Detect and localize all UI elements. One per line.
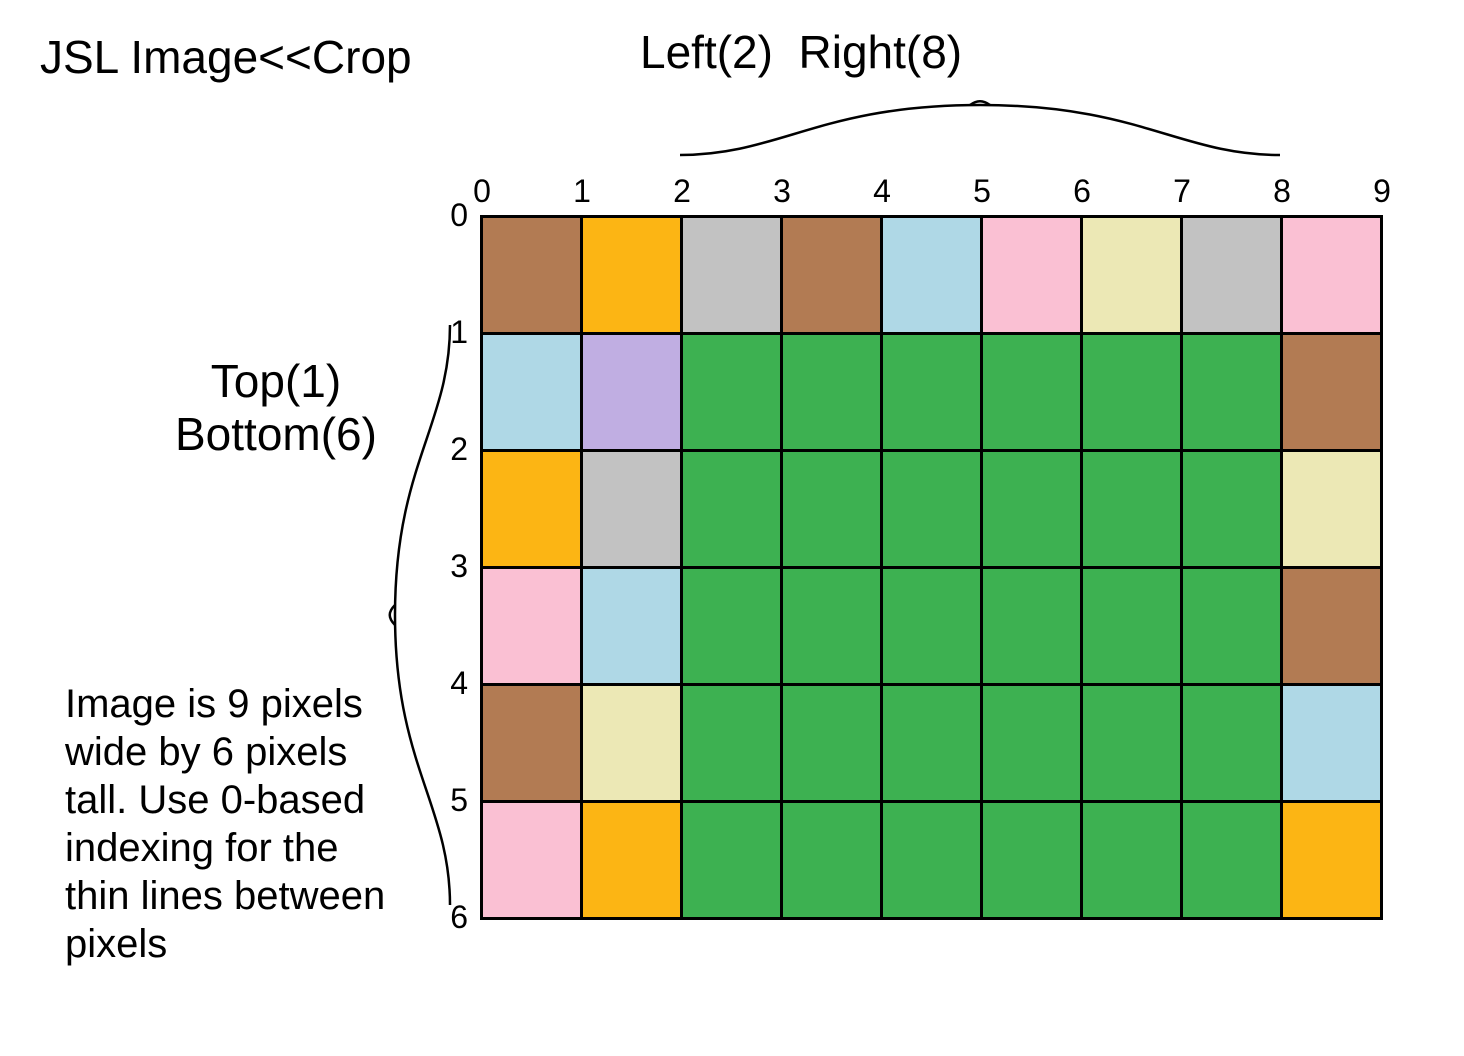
grid-cell — [882, 685, 982, 802]
col-header: 3 — [762, 173, 802, 210]
grid-cell — [1082, 334, 1182, 451]
grid-cell — [1182, 334, 1282, 451]
grid-cell — [1182, 802, 1282, 919]
grid-cell — [982, 217, 1082, 334]
grid-cell — [1282, 685, 1382, 802]
grid-cell — [682, 685, 782, 802]
grid-cell — [582, 802, 682, 919]
grid-cell — [1182, 685, 1282, 802]
col-header: 0 — [462, 173, 502, 210]
row-header: 3 — [428, 548, 468, 585]
grid-cell — [682, 451, 782, 568]
grid-cell — [882, 568, 982, 685]
grid-cell — [682, 217, 782, 334]
row-header: 2 — [428, 431, 468, 468]
grid-cell — [482, 802, 582, 919]
row-range-top: Top(1) — [175, 355, 377, 408]
grid-cell — [982, 451, 1082, 568]
grid-cell — [582, 568, 682, 685]
row-header: 0 — [428, 197, 468, 234]
pixel-grid — [480, 215, 1383, 920]
col-header: 1 — [562, 173, 602, 210]
col-header: 5 — [962, 173, 1002, 210]
row-header: 6 — [428, 899, 468, 936]
grid-cell — [582, 451, 682, 568]
grid-cell — [982, 685, 1082, 802]
grid-cell — [482, 217, 582, 334]
grid-cell — [682, 802, 782, 919]
grid-cell — [882, 334, 982, 451]
grid-cell — [1182, 568, 1282, 685]
grid-cell — [882, 217, 982, 334]
pixel-grid-chart: 0123456789 0123456 — [480, 215, 1383, 920]
grid-cell — [482, 685, 582, 802]
col-header: 8 — [1262, 173, 1302, 210]
grid-cell — [782, 217, 882, 334]
grid-cell — [982, 802, 1082, 919]
grid-cell — [1082, 802, 1182, 919]
col-header: 4 — [862, 173, 902, 210]
grid-cell — [482, 451, 582, 568]
grid-cell — [982, 568, 1082, 685]
col-header: 6 — [1062, 173, 1102, 210]
grid-cell — [682, 568, 782, 685]
page-title: JSL Image<<Crop — [40, 30, 412, 84]
explanation-text: Image is 9 pixels wide by 6 pixels tall.… — [65, 680, 405, 968]
grid-cell — [882, 802, 982, 919]
col-header: 7 — [1162, 173, 1202, 210]
grid-cell — [1282, 451, 1382, 568]
row-header: 1 — [428, 314, 468, 351]
grid-cell — [582, 217, 682, 334]
column-range-label: Left(2) Right(8) — [640, 25, 962, 79]
row-header: 4 — [428, 665, 468, 702]
grid-cell — [1082, 451, 1182, 568]
grid-cell — [1082, 217, 1182, 334]
col-header: 9 — [1362, 173, 1402, 210]
grid-cell — [1182, 217, 1282, 334]
grid-cell — [882, 451, 982, 568]
grid-cell — [482, 568, 582, 685]
grid-cell — [582, 334, 682, 451]
grid-cell — [782, 568, 882, 685]
grid-cell — [782, 685, 882, 802]
grid-cell — [782, 334, 882, 451]
grid-cell — [582, 685, 682, 802]
row-range-label: Top(1) Bottom(6) — [175, 355, 377, 461]
row-header: 5 — [428, 782, 468, 819]
grid-cell — [1182, 451, 1282, 568]
grid-cell — [1282, 568, 1382, 685]
grid-cell — [1282, 802, 1382, 919]
grid-cell — [782, 802, 882, 919]
grid-cell — [482, 334, 582, 451]
grid-cell — [1082, 568, 1182, 685]
grid-cell — [982, 334, 1082, 451]
grid-cell — [1282, 217, 1382, 334]
col-header: 2 — [662, 173, 702, 210]
brace-top-icon — [680, 95, 1280, 165]
grid-cell — [682, 334, 782, 451]
grid-cell — [1282, 334, 1382, 451]
grid-cell — [1082, 685, 1182, 802]
row-range-bottom: Bottom(6) — [175, 408, 377, 461]
grid-cell — [782, 451, 882, 568]
